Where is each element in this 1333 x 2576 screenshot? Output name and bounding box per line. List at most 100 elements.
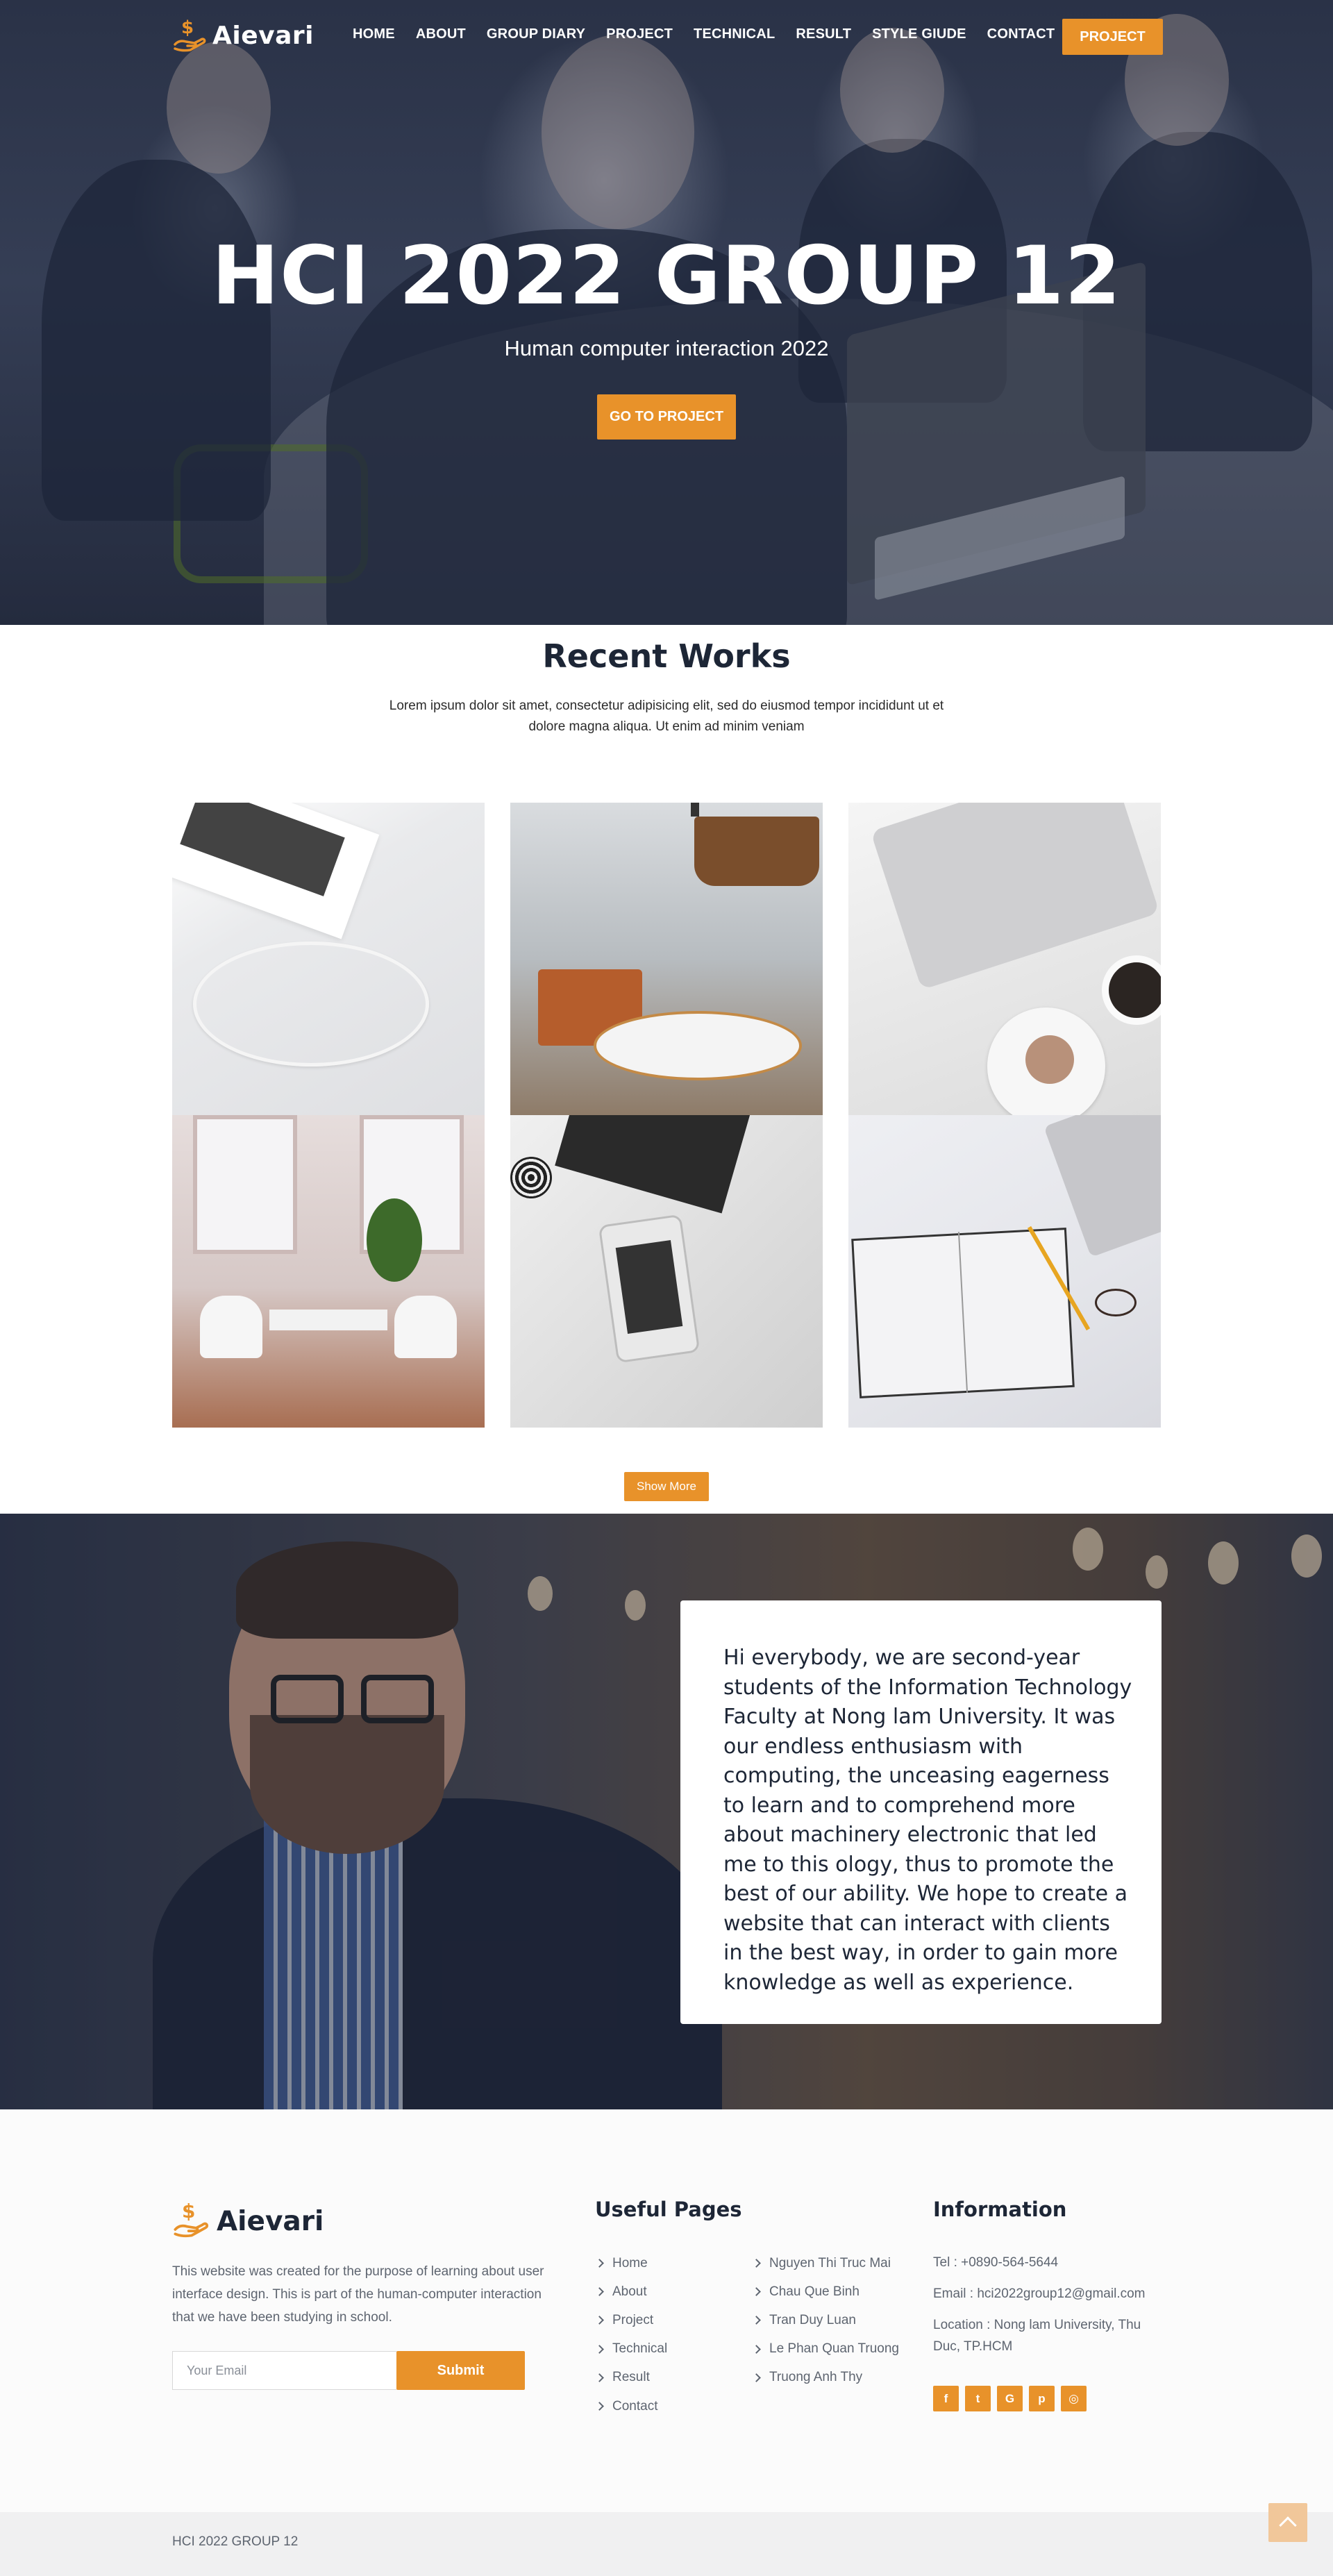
footer-link-label: About bbox=[612, 2284, 647, 2299]
footer-link-label: Result bbox=[612, 2370, 650, 2385]
footer-link-result[interactable]: Result bbox=[595, 2364, 667, 2392]
recent-works-description: Lorem ipsum dolor sit amet, consectetur … bbox=[389, 699, 944, 734]
useful-pages-title: Useful Pages bbox=[595, 2198, 742, 2221]
member-link[interactable]: Chau Que Binh bbox=[752, 2277, 899, 2306]
about-section: Hi everybody, we are second-year student… bbox=[0, 1514, 1333, 2109]
nav-about[interactable]: ABOUT bbox=[416, 26, 466, 42]
member-link[interactable]: Truong Anh Thy bbox=[752, 2364, 899, 2392]
footer-link-label: Home bbox=[612, 2255, 648, 2270]
copyright-text: HCI 2022 GROUP 12 bbox=[172, 2534, 299, 2549]
nav-style-guide[interactable]: STYLE GIUDE bbox=[872, 26, 966, 42]
brand-logo[interactable]: $ Aievari bbox=[172, 17, 314, 54]
chevron-right-icon bbox=[752, 2316, 761, 2325]
useful-pages-list: Home About Project Technical Result Cont… bbox=[595, 2249, 667, 2420]
hero-subtitle: Human computer interaction 2022 bbox=[504, 336, 829, 360]
gallery-image-notebook[interactable] bbox=[848, 1115, 1161, 1428]
member-name: Le Phan Quan Truong bbox=[769, 2341, 899, 2357]
table-shape bbox=[594, 1011, 802, 1080]
member-name: Tran Duy Luan bbox=[769, 2312, 856, 2327]
chevron-right-icon bbox=[595, 2344, 604, 2354]
svg-text:$: $ bbox=[181, 17, 194, 38]
chevron-right-icon bbox=[752, 2259, 761, 2268]
member-link[interactable]: Tran Duy Luan bbox=[752, 2306, 899, 2334]
chair-shape bbox=[200, 1296, 262, 1358]
show-more-button[interactable]: Show More bbox=[624, 1472, 709, 1501]
subscribe-form: Submit bbox=[172, 2351, 525, 2390]
chevron-right-icon bbox=[752, 2373, 761, 2382]
table-shape bbox=[269, 1310, 387, 1330]
member-name: Nguyen Thi Truc Mai bbox=[769, 2255, 891, 2270]
submit-button[interactable]: Submit bbox=[396, 2351, 525, 2390]
dollar-hand-icon: $ bbox=[172, 17, 208, 54]
information-title: Information bbox=[933, 2198, 1067, 2221]
go-to-project-button[interactable]: GO TO PROJECT bbox=[597, 394, 736, 440]
contact-location: Location : Nong lam University, Thu Duc,… bbox=[933, 2318, 1141, 2354]
glasses-shape bbox=[1095, 1289, 1137, 1316]
footer-link-label: Technical bbox=[612, 2341, 668, 2357]
dollar-hand-icon: $ bbox=[172, 2200, 211, 2243]
about-card: Hi everybody, we are second-year student… bbox=[680, 1600, 1162, 2024]
nav-project[interactable]: PROJECT bbox=[606, 26, 673, 42]
chevron-right-icon bbox=[595, 2373, 604, 2382]
chevron-up-icon bbox=[1279, 2516, 1297, 2534]
chevron-right-icon bbox=[595, 2259, 604, 2268]
gallery-image-phone[interactable] bbox=[510, 1115, 823, 1428]
main-nav: HOME ABOUT GROUP DIARY PROJECT TECHNICAL… bbox=[353, 26, 1075, 42]
contact-email[interactable]: Email : hci2022group12@gmail.com bbox=[933, 2283, 1169, 2305]
contact-tel: Tel : +0890-564-5644 bbox=[933, 2255, 1059, 2270]
member-link[interactable]: Le Phan Quan Truong bbox=[752, 2335, 899, 2364]
footer-logo[interactable]: $ Aievari bbox=[172, 2200, 324, 2243]
twitter-icon[interactable]: t bbox=[965, 2386, 991, 2411]
facebook-icon[interactable]: f bbox=[933, 2386, 959, 2411]
instagram-icon[interactable]: ◎ bbox=[1061, 2386, 1087, 2411]
nav-home[interactable]: HOME bbox=[353, 26, 395, 42]
nav-result[interactable]: RESULT bbox=[796, 26, 851, 42]
footer-link-technical[interactable]: Technical bbox=[595, 2335, 667, 2364]
chair-shape bbox=[394, 1296, 457, 1358]
nav-technical[interactable]: TECHNICAL bbox=[694, 26, 775, 42]
footer-link-project[interactable]: Project bbox=[595, 2306, 667, 2334]
email-input[interactable] bbox=[172, 2351, 396, 2390]
chevron-right-icon bbox=[752, 2287, 761, 2297]
brand-name: Aievari bbox=[212, 21, 314, 50]
nav-contact[interactable]: CONTACT bbox=[987, 26, 1055, 42]
footer-link-contact[interactable]: Contact bbox=[595, 2392, 667, 2420]
hero-section: $ Aievari HOME ABOUT GROUP DIARY PROJECT… bbox=[0, 0, 1333, 625]
phone-screen-shape bbox=[615, 1240, 683, 1334]
footer-link-label: Contact bbox=[612, 2398, 658, 2414]
svg-text:$: $ bbox=[182, 2200, 195, 2223]
about-text: Hi everybody, we are second-year student… bbox=[723, 1646, 1132, 1995]
footer-brand-name: Aievari bbox=[217, 2206, 324, 2237]
card-shape bbox=[555, 1115, 751, 1214]
footer: $ Aievari This website was created for t… bbox=[0, 2109, 1333, 2512]
member-name: Truong Anh Thy bbox=[769, 2370, 863, 2385]
hero-title: HCI 2022 GROUP 12 bbox=[211, 229, 1122, 323]
gallery-image-earphones[interactable] bbox=[172, 803, 485, 1115]
copyright-bar: HCI 2022 GROUP 12 bbox=[0, 2512, 1333, 2576]
gallery-image-laptop-bed[interactable] bbox=[848, 803, 1161, 1115]
footer-about-text: This website was created for the purpose… bbox=[172, 2264, 544, 2325]
google-icon[interactable]: G bbox=[997, 2386, 1023, 2411]
footer-link-home[interactable]: Home bbox=[595, 2249, 667, 2277]
member-link[interactable]: Nguyen Thi Truc Mai bbox=[752, 2249, 899, 2277]
works-gallery bbox=[172, 803, 1162, 1428]
earphone-cable-shape bbox=[193, 942, 429, 1067]
back-to-top-button[interactable] bbox=[1268, 2503, 1307, 2542]
gallery-image-office[interactable] bbox=[510, 803, 823, 1115]
pinterest-icon[interactable]: p bbox=[1029, 2386, 1055, 2411]
plant-shape bbox=[367, 1198, 422, 1282]
footer-link-label: Project bbox=[612, 2312, 654, 2327]
nav-group-diary[interactable]: GROUP DIARY bbox=[487, 26, 585, 42]
members-list: Nguyen Thi Truc Mai Chau Que Binh Tran D… bbox=[752, 2249, 899, 2392]
lollipop-shape bbox=[510, 1157, 552, 1198]
lamp-shape bbox=[694, 817, 819, 886]
member-name: Chau Que Binh bbox=[769, 2284, 860, 2299]
gallery-image-dining[interactable] bbox=[172, 1115, 485, 1428]
recent-works-title: Recent Works bbox=[542, 637, 791, 675]
coffee-cup-shape bbox=[1102, 955, 1161, 1025]
footer-link-about[interactable]: About bbox=[595, 2277, 667, 2306]
social-links: f t G p ◎ bbox=[933, 2386, 1087, 2411]
chevron-right-icon bbox=[595, 2287, 604, 2297]
navbar: $ Aievari HOME ABOUT GROUP DIARY PROJECT… bbox=[0, 0, 1333, 73]
nav-project-button[interactable]: PROJECT bbox=[1062, 19, 1163, 55]
